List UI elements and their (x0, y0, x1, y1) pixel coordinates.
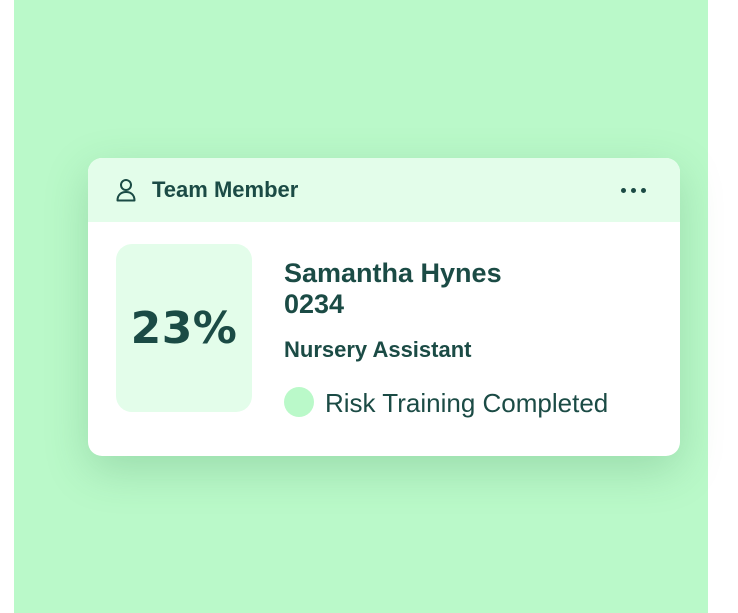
progress-percent: 23% (130, 302, 238, 354)
more-options-button[interactable] (612, 176, 654, 204)
status-label: Risk Training Completed (325, 388, 609, 418)
more-horizontal-icon-dot (640, 187, 646, 193)
more-horizontal-icon-dot (630, 187, 636, 193)
card-title: Team Member (152, 177, 299, 202)
more-horizontal-icon (620, 187, 626, 193)
card-header: Team Member (88, 158, 680, 222)
member-role: Nursery Assistant (284, 337, 472, 362)
member-id: 0234 (284, 289, 345, 319)
page-background: Team Member 23% Samantha Hynes 0234 Nurs… (14, 0, 708, 613)
status-indicator (284, 387, 314, 417)
progress-box: 23% (116, 244, 252, 412)
team-member-card: Team Member 23% Samantha Hynes 0234 Nurs… (88, 158, 680, 456)
person-icon (116, 179, 136, 202)
member-name: Samantha Hynes (284, 258, 502, 288)
